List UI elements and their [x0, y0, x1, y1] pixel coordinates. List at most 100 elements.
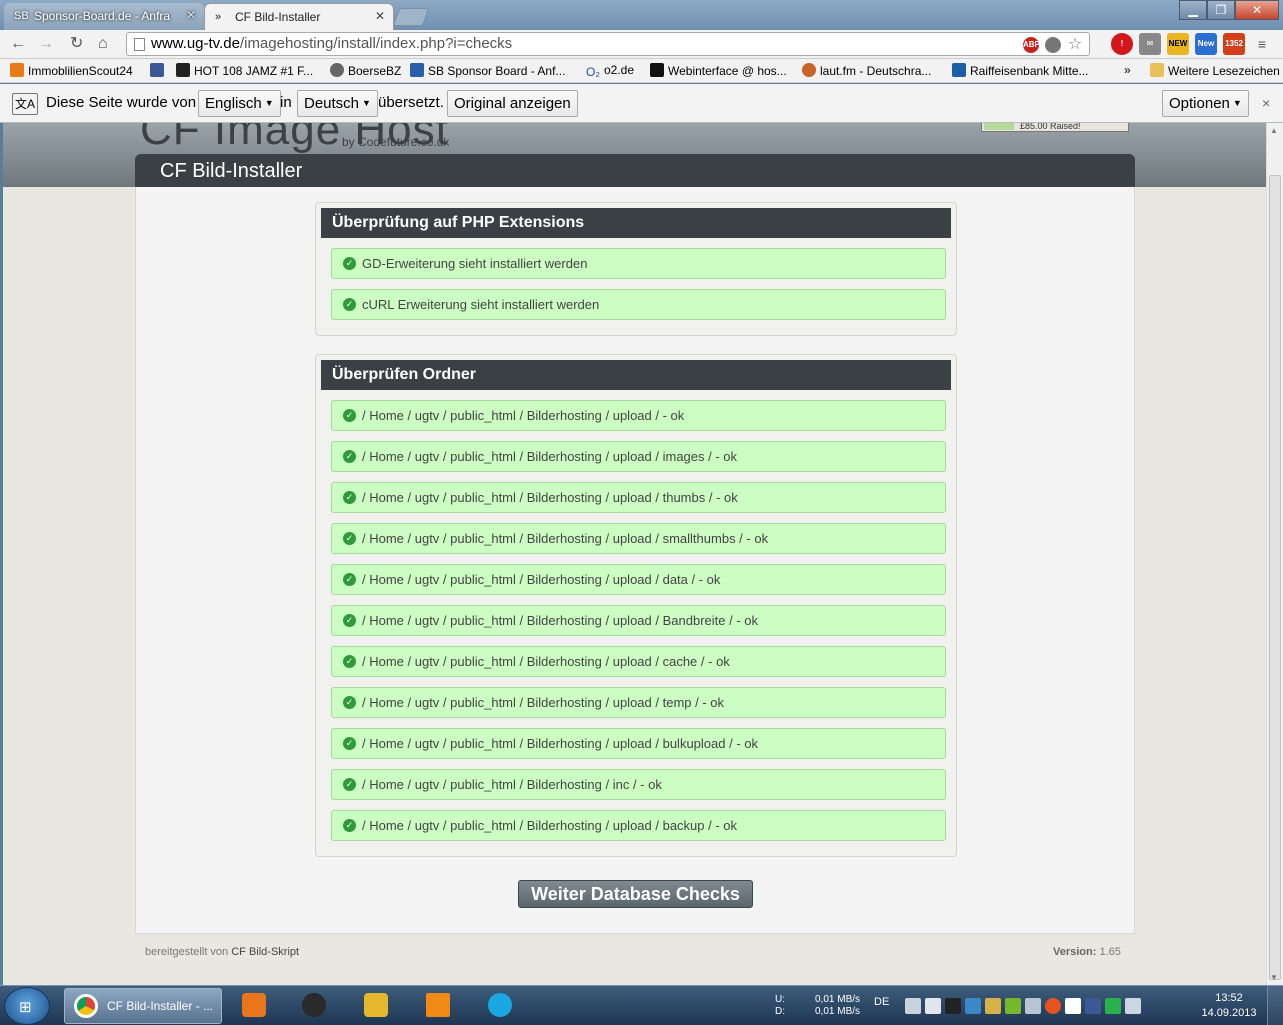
vertical-scrollbar[interactable]: ▲ ▼ — [1266, 123, 1283, 985]
url-path: /imagehosting/install/index.php?i=checks — [239, 35, 513, 52]
tray-razer-icon[interactable] — [1105, 998, 1121, 1014]
translate-infobar: 文A Diese Seite wurde von Englisch ▼ in De… — [0, 84, 1283, 123]
taskbar-skype[interactable] — [474, 988, 532, 1024]
bookmark-favicon-icon — [952, 63, 966, 77]
forward-icon[interactable]: → — [38, 34, 54, 54]
mail-icon[interactable]: ✉ — [1139, 33, 1161, 55]
footer-link[interactable]: CF Bild-Skript — [231, 946, 299, 958]
page-title: CF Bild-Installer — [135, 154, 1135, 188]
system-clock[interactable]: 13:52 14.09.2013 — [1196, 991, 1262, 1021]
checkmark-icon: ✓ — [343, 409, 356, 422]
maximize-button[interactable]: ❐ — [1207, 0, 1235, 20]
star-icon[interactable]: ☆ — [1067, 37, 1083, 53]
taskbar-app-label: CF Bild-Installer - ... — [107, 999, 214, 1013]
check-item-text: / Home / ugtv / public_html / Bilderhost… — [362, 613, 758, 628]
bookmark-folder[interactable]: Weitere Lesezeichen — [1150, 63, 1280, 78]
checkmark-icon: ✓ — [343, 614, 356, 627]
taskbar-chrome-window[interactable]: CF Bild-Installer - ... — [64, 988, 222, 1024]
bookmark-item[interactable]: SB Sponsor Board - Anf... — [410, 63, 565, 78]
minimize-button[interactable]: ▁ — [1179, 0, 1207, 20]
check-item: ✓ / Home / ugtv / public_html / Bilderhos… — [331, 810, 946, 841]
page-icon — [134, 38, 145, 51]
scroll-down-arrow-icon[interactable]: ▼ — [1270, 973, 1278, 982]
checkmark-icon: ✓ — [343, 819, 356, 832]
tray-firefox-icon[interactable] — [1045, 998, 1061, 1014]
tray-keys-icon[interactable] — [985, 998, 1001, 1014]
close-window-button[interactable]: ✕ — [1235, 0, 1279, 20]
tray-flag-icon[interactable] — [1125, 998, 1141, 1014]
new-badge-icon-2[interactable]: New — [1195, 33, 1217, 55]
taskbar-vlc[interactable] — [412, 988, 470, 1024]
checkmark-icon: ✓ — [343, 491, 356, 504]
new-tab-button[interactable] — [392, 8, 430, 26]
check-item-text: / Home / ugtv / public_html / Bilderhost… — [362, 777, 662, 792]
lightbulb-icon[interactable] — [1045, 37, 1061, 53]
close-infobar-icon[interactable]: × — [1262, 92, 1270, 114]
tray-document-icon[interactable] — [925, 998, 941, 1014]
show-desktop-button[interactable] — [1267, 986, 1283, 1025]
continue-database-checks-button[interactable]: Weiter Database Checks — [518, 880, 753, 908]
tray-app-icon[interactable] — [945, 998, 961, 1014]
tray-facebook-icon[interactable] — [1085, 998, 1101, 1014]
bookmark-item[interactable]: Webinterface @ hos... — [650, 63, 787, 78]
scroll-thumb[interactable] — [1269, 175, 1281, 980]
net-up-label: U: — [775, 994, 785, 1005]
clock-time: 13:52 — [1215, 992, 1243, 1004]
folder-icon — [1150, 63, 1164, 77]
taskbar-steam[interactable] — [288, 988, 346, 1024]
bookmark-item[interactable]: HOT 108 JAMZ #1 F... — [176, 63, 313, 78]
bookmarks-overflow-chevron[interactable]: » — [1124, 63, 1131, 77]
show-original-button[interactable]: Original anzeigen — [447, 90, 578, 117]
tab-title: CF Bild-Installer — [235, 10, 321, 24]
check-item: ✓ / Home / ugtv / public_html / Bilderhos… — [331, 728, 946, 759]
checkmark-icon: ✓ — [343, 655, 356, 668]
wrench-menu-icon[interactable]: ≡ — [1251, 33, 1273, 55]
input-language[interactable]: DE — [874, 996, 889, 1008]
tab-cf-bild-installer[interactable]: » CF Bild-Installer ✕ — [204, 3, 394, 30]
address-bar[interactable]: www.ug-tv.de/imagehosting/install/index.… — [126, 32, 1090, 56]
browser-toolbar: ← → ↻ ⌂ www.ug-tv.de/imagehosting/instal… — [0, 30, 1283, 59]
close-tab-icon[interactable]: ✕ — [186, 8, 196, 22]
scroll-up-arrow-icon[interactable]: ▲ — [1270, 126, 1278, 135]
check-item-text: / Home / ugtv / public_html / Bilderhost… — [362, 408, 685, 423]
checkmark-icon: ✓ — [343, 450, 356, 463]
source-language-select[interactable]: Englisch ▼ — [198, 90, 281, 117]
source-language-value: Englisch — [205, 95, 262, 112]
chevron-down-icon: ▼ — [362, 98, 371, 108]
count-badge-icon[interactable]: 1352 — [1223, 33, 1245, 55]
tray-cloud-icon[interactable] — [905, 998, 921, 1014]
reload-icon[interactable]: ↻ — [70, 34, 83, 54]
bookmark-label: Weitere Lesezeichen — [1168, 64, 1280, 78]
stop-extension-icon[interactable]: ! — [1111, 33, 1133, 55]
tray-stripes-icon[interactable] — [1065, 998, 1081, 1014]
window-controls: ▁ ❐ ✕ — [1179, 0, 1279, 20]
home-icon[interactable]: ⌂ — [98, 34, 108, 54]
translate-options-button[interactable]: Optionen ▼ — [1162, 90, 1249, 117]
taskbar-tools[interactable] — [350, 988, 408, 1024]
start-button[interactable]: ⊞ — [4, 987, 50, 1025]
close-tab-icon[interactable]: ✕ — [375, 9, 385, 23]
bookmark-item[interactable]: Raiffeisenbank Mitte... — [952, 63, 1089, 78]
checkmark-icon: ✓ — [343, 737, 356, 750]
donation-progress: £85.00 Raised! — [981, 123, 1129, 132]
bookmark-item[interactable]: laut.fm - Deutschra... — [802, 63, 931, 78]
bookmark-item[interactable]: O₂ o2.de — [586, 63, 634, 79]
target-language-select[interactable]: Deutsch ▼ — [297, 90, 378, 117]
abp-icon[interactable]: ABP — [1023, 37, 1040, 53]
check-item: ✓ / Home / ugtv / public_html / Bilderhos… — [331, 482, 946, 513]
bookmark-facebook[interactable] — [150, 63, 168, 78]
tab-sponsor-board[interactable]: SB Sponsor-Board.de - Anfra ✕ — [4, 3, 204, 30]
translate-prefix: Diese Seite wurde von — [46, 94, 197, 111]
bookmark-item[interactable]: BoerseBZ — [330, 63, 401, 78]
new-badge-icon[interactable]: NEW — [1167, 33, 1189, 55]
chrome-icon — [74, 994, 98, 1018]
back-icon[interactable]: ← — [10, 34, 26, 54]
taskbar-media-player[interactable] — [228, 988, 286, 1024]
volume-icon[interactable] — [1025, 998, 1041, 1014]
bookmark-favicon-icon — [330, 63, 344, 77]
tray-monitor-icon[interactable] — [965, 998, 981, 1014]
vlc-icon — [426, 993, 450, 1017]
tray-nvidia-icon[interactable] — [1005, 998, 1021, 1014]
tab-title: Sponsor-Board.de - Anfra — [34, 9, 171, 23]
bookmark-item[interactable]: ImmoblilienScout24 — [10, 63, 133, 78]
